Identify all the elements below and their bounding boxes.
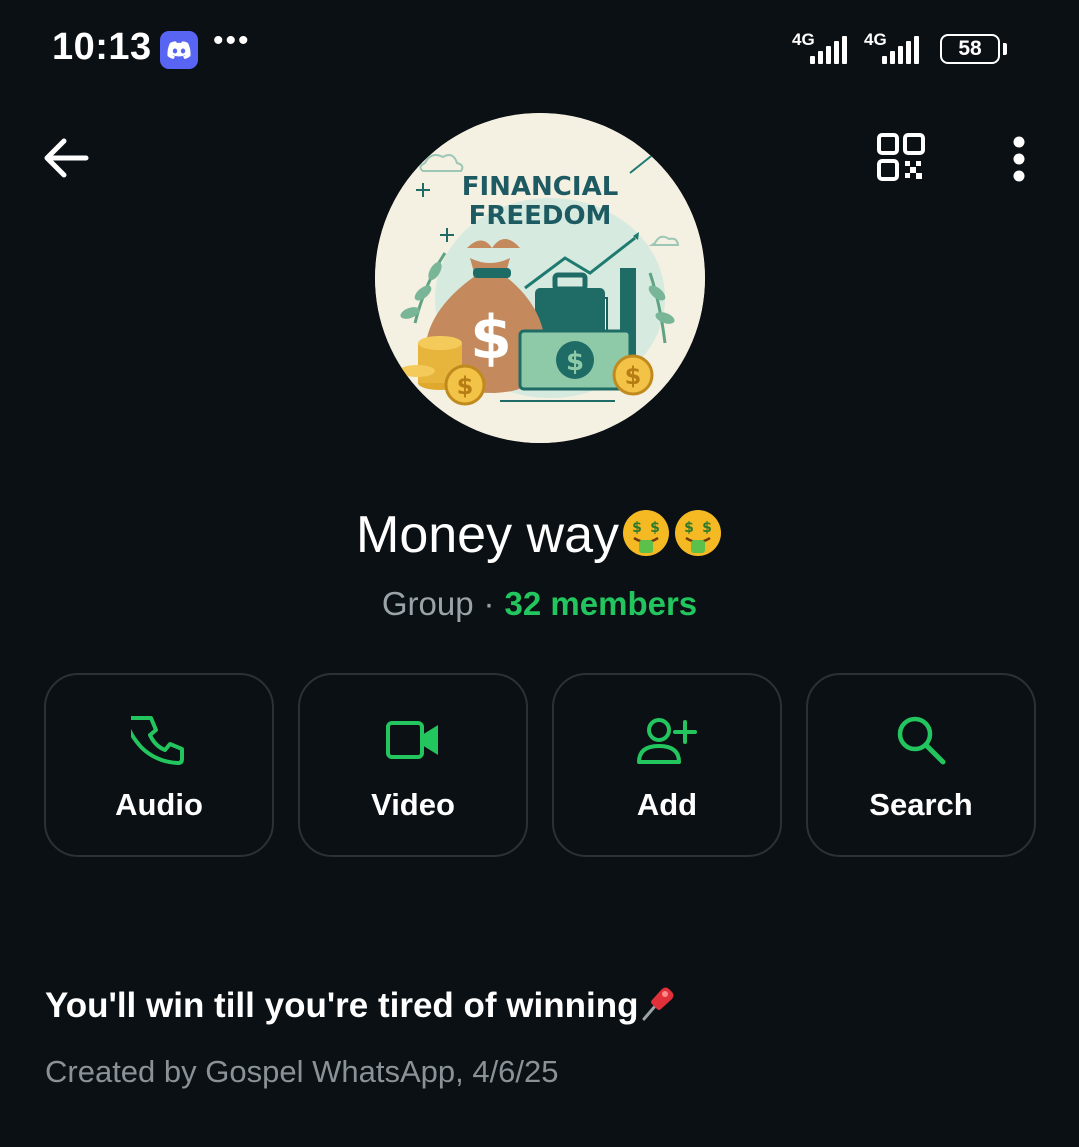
audio-call-button[interactable]: Audio (44, 673, 274, 857)
svg-text:$: $ (702, 520, 712, 536)
phone-icon (131, 716, 184, 765)
battery-tip (1003, 43, 1007, 55)
group-subtitle: Group · 32 members (0, 585, 1079, 623)
group-type: Group (381, 585, 474, 622)
qr-code-button[interactable] (874, 130, 932, 188)
search-icon (897, 716, 946, 765)
svg-text:$: $ (625, 362, 642, 390)
video-camera-icon (386, 721, 438, 759)
action-buttons: Audio Video Add Search (44, 673, 1036, 857)
add-label: Add (636, 787, 698, 822)
svg-text:$: $ (650, 520, 660, 536)
financial-freedom-image: FINANCIAL FREEDOM $ $ $ $ (375, 113, 705, 443)
status-bar: 10:13 ••• 4G 4G 58 (0, 0, 1079, 100)
group-name: Money way $ $ $ $ (0, 505, 1079, 565)
status-time: 10:13 (52, 26, 152, 68)
battery-level: 58 (958, 37, 982, 60)
signal-1-icon: 4G (790, 30, 860, 66)
separator-dot: · (483, 585, 495, 622)
description-text: You'll win till you're tired of winning (45, 986, 639, 1025)
search-button[interactable]: Search (806, 673, 1036, 857)
svg-text:$: $ (632, 520, 642, 536)
battery-icon: 58 (940, 34, 1000, 64)
search-label: Search (869, 787, 973, 822)
pushpin-emoji-icon (642, 987, 674, 1021)
add-member-button[interactable]: Add (552, 673, 782, 857)
svg-text:$: $ (684, 520, 694, 536)
money-mouth-emoji-icon: $ $ (675, 510, 721, 556)
signal-2-icon: 4G (862, 30, 932, 66)
more-vertical-icon (1013, 136, 1025, 182)
members-link[interactable]: 32 members (505, 585, 698, 622)
qr-code-icon (877, 133, 925, 181)
audio-label: Audio (115, 787, 203, 822)
group-avatar[interactable]: FINANCIAL FREEDOM $ $ $ $ (375, 113, 705, 443)
back-arrow-icon (44, 138, 89, 178)
discord-icon (160, 31, 198, 69)
svg-text:$: $ (457, 372, 474, 400)
back-button[interactable] (40, 132, 92, 184)
video-call-button[interactable]: Video (298, 673, 528, 857)
add-person-icon (637, 718, 697, 764)
created-by-info: Created by Gospel WhatsApp, 4/6/25 (45, 1054, 559, 1089)
avatar-line-1: FINANCIAL (462, 172, 619, 202)
svg-text:$: $ (566, 347, 584, 377)
video-label: Video (371, 787, 455, 822)
group-name-text: Money way (356, 506, 619, 564)
money-mouth-emoji-icon: $ $ (623, 510, 669, 556)
avatar-line-2: FREEDOM (469, 201, 612, 231)
more-notifications-icon: ••• (213, 24, 251, 57)
group-description[interactable]: You'll win till you're tired of winning (45, 983, 678, 1026)
more-options-button[interactable] (998, 130, 1040, 188)
svg-text:$: $ (470, 303, 512, 373)
